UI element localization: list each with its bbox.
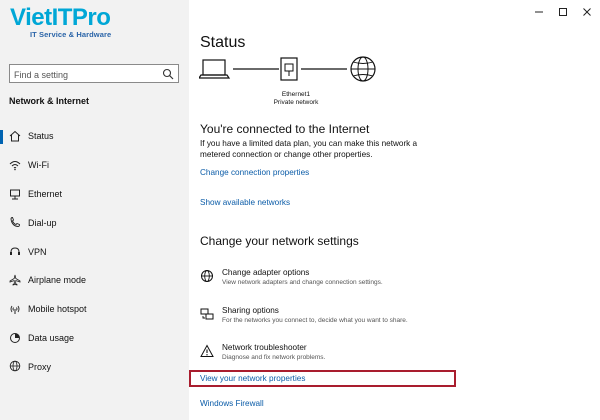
- warning-icon: [200, 344, 214, 357]
- sidebar-item-data-usage[interactable]: Data usage: [0, 324, 189, 353]
- sidebar-item-airplane[interactable]: Airplane mode: [0, 266, 189, 295]
- page-title: Status: [200, 34, 246, 51]
- internet-globe-icon: [350, 56, 376, 82]
- sidebar-nav: Status Wi-Fi Ethernet Dial-up VPN Airpla…: [0, 122, 189, 381]
- search-box[interactable]: [9, 64, 179, 84]
- network-profile: Private network: [273, 99, 319, 106]
- sidebar-item-label: Airplane mode: [28, 275, 87, 286]
- logo: VietITPro IT Service & Hardware: [10, 4, 111, 39]
- laptop-icon: [197, 59, 231, 79]
- main-content: Status Ethernet1 Private network You're …: [189, 0, 600, 420]
- sidebar-item-wifi[interactable]: Wi-Fi: [0, 151, 189, 180]
- search-icon[interactable]: [162, 68, 174, 80]
- globe-icon: [201, 270, 213, 282]
- settings-window: VietITPro IT Service & Hardware Network …: [0, 0, 600, 420]
- option-desc: Diagnose and fix network problems.: [222, 354, 326, 361]
- sharing-options[interactable]: Sharing options For the networks you con…: [200, 306, 500, 334]
- windows-firewall-link[interactable]: Windows Firewall: [200, 399, 264, 408]
- sidebar-item-label: Data usage: [28, 332, 75, 343]
- settings-heading: Change your network settings: [200, 234, 359, 248]
- view-network-properties-link[interactable]: View your network properties: [200, 374, 305, 383]
- ethernet-icon: [10, 189, 20, 200]
- sidebar-item-vpn[interactable]: VPN: [0, 237, 189, 266]
- sidebar-item-proxy[interactable]: Proxy: [0, 352, 189, 381]
- connected-heading: You're connected to the Internet: [200, 122, 370, 136]
- option-title: Network troubleshooter: [222, 343, 307, 352]
- option-title: Sharing options: [222, 306, 279, 315]
- network-diagram-graphic: [197, 56, 376, 82]
- sidebar-item-label: Dial-up: [28, 217, 57, 228]
- sidebar-item-label: Wi-Fi: [28, 160, 49, 171]
- change-connection-properties-link[interactable]: Change connection properties: [200, 168, 309, 177]
- section-title: Network & Internet: [9, 96, 90, 106]
- home-icon: [9, 130, 21, 142]
- sidebar-item-label: Mobile hotspot: [28, 304, 87, 315]
- sidebar-item-ethernet[interactable]: Ethernet: [0, 180, 189, 209]
- sharing-icon: [200, 308, 214, 320]
- network-diagram: Ethernet1 Private network: [197, 56, 389, 116]
- sidebar-item-status[interactable]: Status: [0, 122, 189, 151]
- phone-icon: [10, 217, 20, 228]
- sidebar-item-hotspot[interactable]: Mobile hotspot: [0, 295, 189, 324]
- globe-icon: [9, 361, 21, 372]
- option-title: Change adapter options: [222, 268, 310, 277]
- logo-text: VietITPro: [10, 4, 111, 32]
- option-desc: View network adapters and change connect…: [222, 279, 383, 286]
- sidebar-item-label: VPN: [28, 246, 47, 257]
- sidebar: VietITPro IT Service & Hardware Network …: [0, 0, 189, 420]
- vpn-icon: [10, 247, 20, 256]
- logo-name: VietITPro: [10, 4, 111, 31]
- search-input[interactable]: [10, 66, 158, 84]
- wifi-icon: [9, 160, 21, 171]
- change-adapter-options[interactable]: Change adapter options View network adap…: [200, 268, 500, 296]
- airplane-icon: [9, 274, 21, 286]
- show-available-networks-link[interactable]: Show available networks: [200, 198, 290, 207]
- connected-text: If you have a limited data plan, you can…: [200, 139, 418, 159]
- network-troubleshooter[interactable]: Network troubleshooter Diagnose and fix …: [200, 343, 500, 371]
- sidebar-item-label: Ethernet: [28, 188, 63, 199]
- data-usage-icon: [10, 332, 20, 343]
- adapter-name: Ethernet1: [281, 91, 311, 98]
- hotspot-icon: [10, 305, 20, 314]
- option-desc: For the networks you connect to, decide …: [222, 317, 408, 324]
- logo-tagline: IT Service & Hardware: [30, 30, 112, 39]
- sidebar-item-dialup[interactable]: Dial-up: [0, 208, 189, 237]
- ethernet-port-icon: [280, 57, 298, 81]
- sidebar-item-label: Proxy: [28, 361, 52, 372]
- sidebar-item-label: Status: [28, 131, 54, 142]
